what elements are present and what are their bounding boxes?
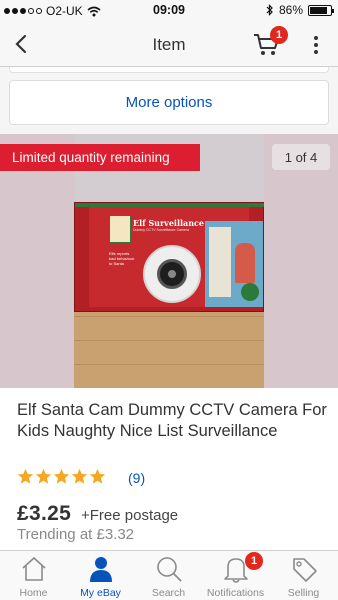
bluetooth-icon [266, 4, 273, 16]
tab-my-ebay[interactable]: My eBay [67, 551, 134, 600]
tab-bar: Home My eBay Search 1 Notifications Sell… [0, 550, 338, 600]
status-right: 86% [266, 3, 334, 17]
more-vertical-icon[interactable] [309, 34, 323, 56]
item-summary: Elf Santa Cam Dummy CCTV Camera For Kids… [0, 388, 338, 550]
star-icon [35, 468, 52, 484]
limited-quantity-banner: Limited quantity remaining [0, 144, 200, 171]
image-counter: 1 of 4 [272, 144, 330, 170]
more-options-button[interactable]: More options [9, 80, 329, 125]
item-price: £3.25 [17, 502, 72, 525]
box-subtitle: Dummy CCTV Surveillance Camera [133, 228, 190, 232]
nav-bar: Item 1 [0, 22, 338, 67]
item-title: Elf Santa Cam Dummy CCTV Camera For Kids… [17, 401, 327, 440]
star-icon [71, 468, 88, 484]
tab-search-label: Search [151, 587, 186, 599]
tag-icon [293, 558, 317, 582]
tab-selling-label: Selling [287, 587, 320, 599]
tab-selling[interactable]: Selling [270, 551, 337, 600]
limited-quantity-label: Limited quantity remaining [12, 150, 170, 165]
review-count-link[interactable]: (9) [128, 470, 145, 486]
product-photo[interactable]: Elf Surveillance Dummy CCTV Surveillance… [74, 134, 264, 388]
tab-home[interactable]: Home [0, 551, 67, 600]
search-icon [157, 557, 182, 582]
brand-logo [109, 215, 131, 243]
status-bar: O2-UK 09:09 86% [0, 0, 338, 22]
star-icon [89, 468, 106, 484]
more-options-label: More options [125, 94, 213, 111]
camera-dome [143, 245, 201, 303]
previous-card-edge [9, 67, 329, 73]
box-title: Elf Surveillance [133, 218, 204, 228]
battery-icon [308, 4, 334, 16]
notification-count-badge: 1 [245, 552, 263, 570]
box-text: Elfs reports bad behaviour to Santa [109, 251, 135, 266]
image-gallery[interactable]: Elf Surveillance Dummy CCTV Surveillance… [0, 134, 338, 388]
cart-count-badge: 1 [270, 26, 288, 44]
tab-notifications[interactable]: 1 Notifications [202, 551, 269, 600]
tab-search[interactable]: Search [135, 551, 202, 600]
tab-home-label: Home [19, 587, 48, 599]
product-box: Elf Surveillance Dummy CCTV Surveillance… [74, 202, 264, 312]
star-icon [53, 468, 70, 484]
tab-my-ebay-label: My eBay [80, 587, 121, 599]
trending-price: Trending at £3.32 [17, 526, 135, 543]
box-scene-image [205, 221, 263, 307]
postage-label: +Free postage [81, 507, 179, 524]
tab-notifications-label: Notifications [206, 587, 265, 599]
battery-percent: 86% [278, 3, 303, 17]
star-icon [17, 468, 34, 484]
home-icon [22, 556, 46, 581]
rating-stars[interactable] [17, 468, 106, 485]
person-icon [90, 557, 112, 582]
